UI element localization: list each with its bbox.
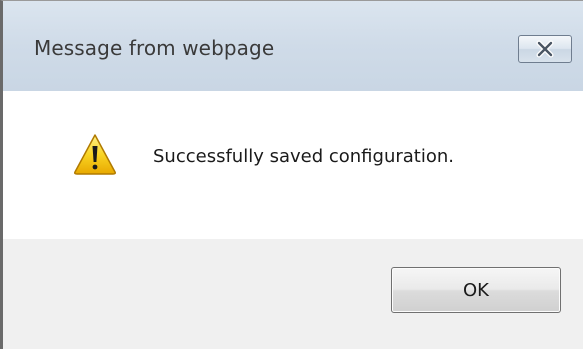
dialog-content: Successfully saved configuration.	[3, 91, 583, 239]
warning-icon	[74, 134, 116, 175]
dialog-footer: OK	[3, 239, 583, 349]
close-x-icon	[536, 40, 554, 58]
message-dialog: Message from webpage Successfully saved …	[0, 0, 583, 349]
dialog-message: Successfully saved configuration.	[153, 146, 454, 167]
dialog-titlebar[interactable]: Message from webpage	[3, 1, 583, 91]
dialog-title: Message from webpage	[34, 36, 275, 60]
close-button[interactable]	[518, 35, 572, 63]
ok-button[interactable]: OK	[391, 267, 561, 313]
